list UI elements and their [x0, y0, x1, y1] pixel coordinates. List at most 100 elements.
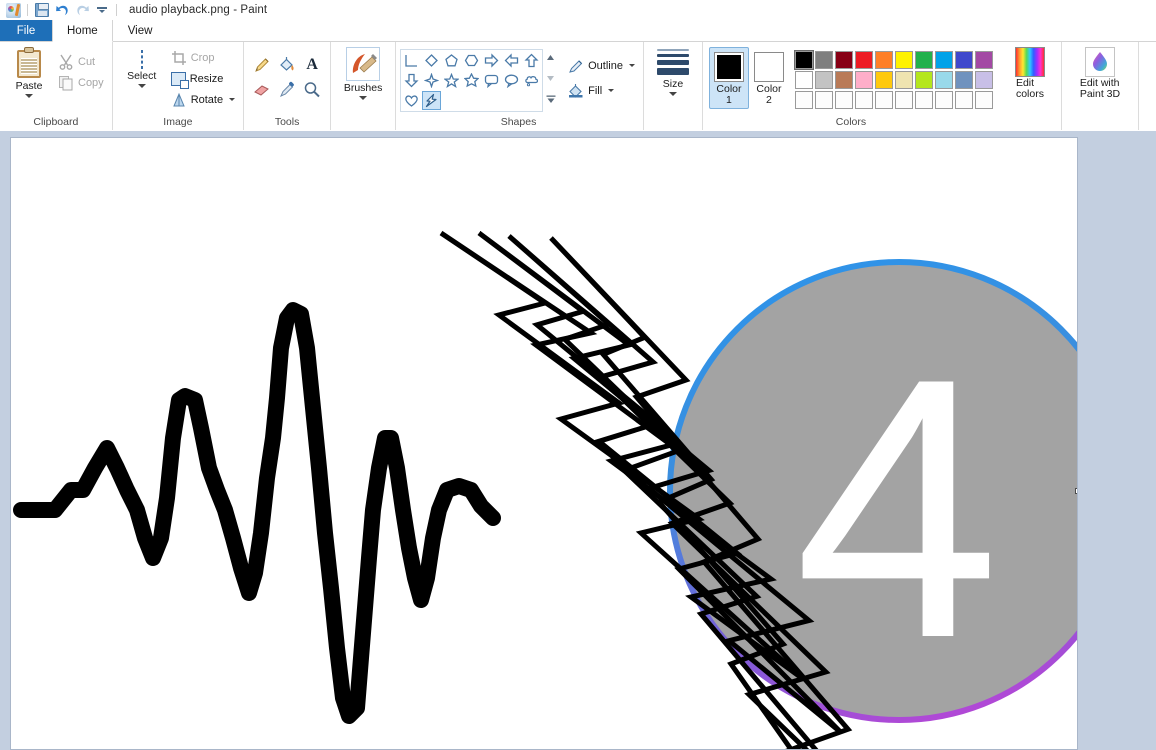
qat-separator-2: [116, 4, 117, 16]
shapes-group-label: Shapes: [500, 116, 537, 128]
shapes-scroll-down-icon[interactable]: [545, 70, 556, 87]
copy-icon: [59, 75, 73, 90]
palette-swatch[interactable]: [854, 71, 873, 89]
paste-button[interactable]: Paste: [6, 45, 52, 98]
tab-file[interactable]: File: [0, 20, 52, 41]
palette-swatch[interactable]: [874, 51, 893, 69]
magnifier-tool-icon[interactable]: [300, 78, 324, 102]
palette-swatch[interactable]: [914, 51, 933, 69]
palette-swatch-empty[interactable]: [934, 91, 953, 109]
shape-heart[interactable]: [402, 91, 421, 110]
edit-colors-icon: [1014, 47, 1045, 77]
palette-swatch[interactable]: [793, 50, 814, 70]
brushes-button[interactable]: Brushes: [337, 45, 389, 100]
fill-chevron-down-icon[interactable]: [608, 89, 615, 92]
selection-handle-right[interactable]: [1075, 488, 1077, 494]
brushes-chevron-down-icon[interactable]: [359, 96, 368, 100]
palette-swatch-empty[interactable]: [954, 91, 973, 109]
undo-icon[interactable]: [54, 2, 70, 18]
crop-button[interactable]: Crop: [169, 47, 237, 68]
shape-pentagon[interactable]: [442, 51, 461, 70]
shape-left-arrow[interactable]: [502, 51, 521, 70]
outline-button[interactable]: Outline: [566, 55, 637, 76]
palette-swatch-empty[interactable]: [854, 91, 873, 109]
eraser-tool-icon[interactable]: [250, 78, 274, 102]
size-button[interactable]: Size: [650, 45, 696, 96]
paint-app-icon[interactable]: [5, 2, 21, 18]
select-button[interactable]: Select: [119, 45, 165, 88]
shapes-more-icon[interactable]: [545, 91, 556, 108]
drawing-canvas[interactable]: 4: [10, 137, 1078, 750]
shape-up-arrow[interactable]: [522, 51, 541, 70]
palette-swatch-empty[interactable]: [974, 91, 993, 109]
color-2-button[interactable]: Color 2: [749, 47, 789, 109]
palette-swatch[interactable]: [874, 71, 893, 89]
palette-swatch[interactable]: [934, 51, 953, 69]
shape-oval-callout[interactable]: [502, 71, 521, 90]
fill-button[interactable]: Fill: [566, 80, 637, 101]
shape-line[interactable]: [402, 51, 421, 70]
palette-swatch[interactable]: [954, 71, 973, 89]
palette-swatch[interactable]: [794, 71, 813, 89]
tab-view[interactable]: View: [113, 20, 168, 41]
palette-swatch-empty[interactable]: [914, 91, 933, 109]
palette-swatch[interactable]: [834, 71, 853, 89]
shape-four-point-star[interactable]: [422, 71, 441, 90]
copy-button[interactable]: Copy: [56, 72, 106, 93]
window-title: audio playback.png - Paint: [129, 4, 268, 16]
color-picker-tool-icon[interactable]: [275, 78, 299, 102]
edit-colors-button[interactable]: Edit colors: [1005, 45, 1055, 100]
fill-with-color-tool-icon[interactable]: [275, 53, 299, 77]
palette-swatch[interactable]: [894, 51, 913, 69]
canvas-artwork[interactable]: 4: [11, 138, 1077, 749]
canvas-work-area[interactable]: 4: [0, 131, 1156, 750]
palette-swatch[interactable]: [974, 51, 993, 69]
outline-chevron-down-icon[interactable]: [628, 64, 635, 67]
palette-swatch[interactable]: [894, 71, 913, 89]
color-1-button[interactable]: Color 1: [708, 47, 749, 109]
paste-icon: [14, 47, 44, 79]
resize-button[interactable]: Resize: [169, 68, 237, 89]
shape-diamond[interactable]: [422, 51, 441, 70]
customize-quick-access-toolbar-icon[interactable]: [94, 2, 110, 18]
shape-six-point-star[interactable]: [462, 71, 481, 90]
palette-swatch[interactable]: [914, 71, 933, 89]
rotate-chevron-down-icon[interactable]: [229, 98, 236, 101]
paste-chevron-down-icon[interactable]: [25, 94, 33, 98]
size-chevron-down-icon[interactable]: [668, 92, 677, 96]
shape-rounded-rectangular-callout[interactable]: [482, 71, 501, 90]
save-icon[interactable]: [34, 2, 50, 18]
palette-swatch[interactable]: [854, 51, 873, 69]
resize-icon: [170, 71, 189, 89]
palette-swatch[interactable]: [814, 51, 833, 69]
shape-five-point-star[interactable]: [442, 71, 461, 90]
palette-swatch-empty[interactable]: [814, 91, 833, 109]
redo-icon[interactable]: [74, 2, 90, 18]
shapes-scroll-up-icon[interactable]: [545, 49, 556, 66]
shape-cloud-callout[interactable]: [522, 71, 541, 90]
palette-swatch[interactable]: [974, 71, 993, 89]
canvas-number-text[interactable]: 4: [794, 302, 1000, 715]
shapes-gallery-scrollbar[interactable]: [545, 49, 556, 108]
select-chevron-down-icon[interactable]: [137, 84, 146, 88]
shape-lightning[interactable]: [422, 91, 442, 110]
tab-home[interactable]: Home: [52, 20, 113, 42]
text-tool-icon[interactable]: A: [300, 53, 324, 77]
shape-hexagon[interactable]: [462, 51, 481, 70]
cut-button[interactable]: Cut: [56, 51, 106, 72]
palette-swatch-empty[interactable]: [874, 91, 893, 109]
palette-swatch[interactable]: [814, 71, 833, 89]
palette-swatch-empty[interactable]: [834, 91, 853, 109]
outline-label: Outline: [588, 59, 623, 72]
shape-down-arrow[interactable]: [402, 71, 421, 90]
shape-right-arrow[interactable]: [482, 51, 501, 70]
pencil-tool-icon[interactable]: [250, 53, 274, 77]
palette-swatch[interactable]: [934, 71, 953, 89]
palette-swatch[interactable]: [834, 51, 853, 69]
palette-swatch[interactable]: [954, 51, 973, 69]
palette-swatch-empty[interactable]: [794, 91, 813, 109]
size-icon: [656, 47, 689, 77]
edit-with-paint-3d-button[interactable]: Edit with Paint 3D: [1068, 45, 1132, 100]
palette-swatch-empty[interactable]: [894, 91, 913, 109]
rotate-button[interactable]: Rotate: [169, 89, 237, 110]
